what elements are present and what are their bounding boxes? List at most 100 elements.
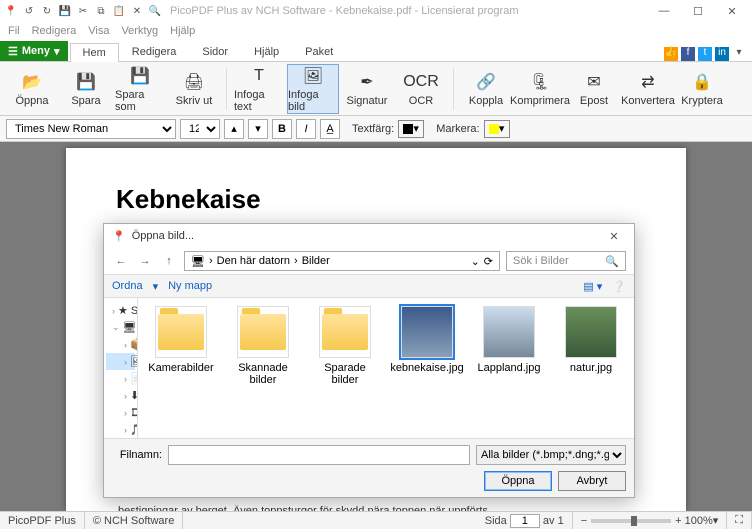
tree-item[interactable]: ›🖼Bilder bbox=[106, 353, 135, 370]
expand-icon[interactable]: › bbox=[124, 357, 127, 367]
facebook-icon[interactable]: f bbox=[681, 47, 695, 61]
menu-fil[interactable]: Fil bbox=[8, 25, 20, 37]
font-size-up[interactable]: ▴ bbox=[224, 119, 244, 139]
nav-back-icon[interactable]: ← bbox=[112, 252, 130, 270]
menu-verktyg[interactable]: Verktyg bbox=[121, 25, 158, 37]
menu-redigera[interactable]: Redigera bbox=[32, 25, 77, 37]
dropdown-icon[interactable]: ▾ bbox=[732, 47, 746, 61]
new-folder-button[interactable]: Ny mapp bbox=[168, 280, 212, 292]
open-button[interactable]: Öppna bbox=[484, 471, 552, 491]
tab-redigera[interactable]: Redigera bbox=[119, 42, 190, 61]
tree-item[interactable]: ›📄Dokument bbox=[106, 370, 135, 387]
ribbon-spara-som[interactable]: 💾Spara som bbox=[114, 64, 166, 114]
expand-icon[interactable]: › bbox=[112, 306, 115, 316]
ribbon-infoga-bild[interactable]: 🖼Infoga bild bbox=[287, 64, 339, 114]
expand-icon[interactable]: › bbox=[124, 340, 127, 350]
breadcrumb[interactable]: 🖥 › Den här datorn › Bilder ⌄ ⟳ bbox=[184, 251, 500, 271]
qat-search-icon[interactable]: 🔍 bbox=[148, 4, 162, 18]
ribbon-koppla[interactable]: 🔗Koppla bbox=[460, 64, 512, 114]
tabbar: ☰ Meny ▾ Hem Redigera Sidor Hjälp Paket … bbox=[0, 40, 752, 62]
folder-tree[interactable]: ›★Snabbåtkomst⌄🖥Den här datorn›📦3D-objek… bbox=[104, 298, 138, 438]
zoom-slider[interactable] bbox=[591, 519, 671, 523]
tab-hem[interactable]: Hem bbox=[70, 43, 119, 62]
qat-delete-icon[interactable]: ✕ bbox=[130, 4, 144, 18]
dialog-close-button[interactable]: ✕ bbox=[602, 230, 626, 243]
help-icon[interactable]: ❔ bbox=[612, 280, 626, 293]
nav-up-icon[interactable]: ↑ bbox=[160, 252, 178, 270]
font-size-down[interactable]: ▾ bbox=[248, 119, 268, 139]
tree-item[interactable]: ›🎵Musik bbox=[106, 421, 135, 438]
breadcrumb-seg-0[interactable]: Den här datorn bbox=[217, 255, 290, 267]
qat-cut-icon[interactable]: ✂ bbox=[76, 4, 90, 18]
expand-icon[interactable]: › bbox=[124, 425, 127, 435]
folder-item[interactable]: Kamerabilder bbox=[146, 306, 216, 374]
ribbon-konvertera[interactable]: ⇄Konvertera bbox=[622, 64, 674, 114]
tree-item[interactable]: ›🎞Filmer bbox=[106, 404, 135, 421]
social-icons: 👍 f t in ▾ bbox=[664, 47, 752, 61]
menu-visa[interactable]: Visa bbox=[88, 25, 109, 37]
tab-sidor[interactable]: Sidor bbox=[189, 42, 241, 61]
organize-button[interactable]: Ordna bbox=[112, 280, 143, 292]
ribbon-infoga-text[interactable]: TInfoga text bbox=[233, 64, 285, 114]
ribbon-signatur[interactable]: ✒Signatur bbox=[341, 64, 393, 114]
image-item[interactable]: Lappland.jpg bbox=[474, 306, 544, 374]
font-size-select[interactable]: 12 bbox=[180, 119, 220, 139]
menu-hjalp[interactable]: Hjälp bbox=[170, 25, 195, 37]
minimize-button[interactable]: — bbox=[654, 5, 674, 18]
search-input[interactable]: Sök i Bilder 🔍 bbox=[506, 251, 626, 271]
path-refresh-icon[interactable]: ⟳ bbox=[484, 255, 493, 268]
page-input[interactable] bbox=[510, 514, 540, 528]
qat-undo-icon[interactable]: ↺ bbox=[22, 4, 36, 18]
image-item[interactable]: natur.jpg bbox=[556, 306, 626, 374]
highlight-picker[interactable]: ▾ bbox=[484, 120, 510, 138]
qat-paste-icon[interactable]: 📋 bbox=[112, 4, 126, 18]
qat-save-icon[interactable]: 💾 bbox=[58, 4, 72, 18]
ribbon-icon: OCR bbox=[410, 71, 432, 93]
ribbon-kryptera[interactable]: 🔒Kryptera bbox=[676, 64, 728, 114]
maximize-button[interactable]: ☐ bbox=[688, 5, 708, 18]
ribbon-spara[interactable]: 💾Spara bbox=[60, 64, 112, 114]
tab-hjalp[interactable]: Hjälp bbox=[241, 42, 292, 61]
ribbon-komprimera[interactable]: 🗜Komprimera bbox=[514, 64, 566, 114]
bold-button[interactable]: B bbox=[272, 119, 292, 139]
tree-item[interactable]: ›📦3D-objekt bbox=[106, 336, 135, 353]
ribbon-ocr[interactable]: OCROCR bbox=[395, 64, 447, 114]
ribbon-skriv-ut[interactable]: 🖨Skriv ut bbox=[168, 64, 220, 114]
expand-icon[interactable]: › bbox=[124, 374, 127, 384]
tab-paket[interactable]: Paket bbox=[292, 42, 346, 61]
meny-button[interactable]: ☰ Meny ▾ bbox=[0, 41, 68, 61]
expand-icon[interactable]: › bbox=[124, 408, 127, 418]
tree-item[interactable]: ›★Snabbåtkomst bbox=[106, 302, 135, 319]
twitter-icon[interactable]: t bbox=[698, 47, 712, 61]
font-name-select[interactable]: Times New Roman bbox=[6, 119, 176, 139]
linkedin-icon[interactable]: in bbox=[715, 47, 729, 61]
cancel-button[interactable]: Avbryt bbox=[558, 471, 626, 491]
zoom-out-icon[interactable]: − bbox=[581, 515, 587, 527]
path-dropdown-icon[interactable]: ⌄ bbox=[471, 255, 480, 268]
close-button[interactable]: ✕ bbox=[722, 5, 742, 18]
textcolor-picker[interactable]: ▾ bbox=[398, 120, 424, 138]
tree-item[interactable]: ⌄🖥Den här datorn bbox=[106, 319, 135, 336]
qat-redo-icon[interactable]: ↻ bbox=[40, 4, 54, 18]
breadcrumb-seg-1[interactable]: Bilder bbox=[302, 255, 330, 267]
italic-button[interactable]: I bbox=[296, 119, 316, 139]
zoom-in-icon[interactable]: + bbox=[675, 515, 681, 527]
folder-item[interactable]: Sparade bilder bbox=[310, 306, 380, 386]
like-icon[interactable]: 👍 bbox=[664, 47, 678, 61]
underline-button[interactable]: A̲ bbox=[320, 119, 340, 139]
folder-item[interactable]: Skannade bilder bbox=[228, 306, 298, 386]
nav-forward-icon[interactable]: → bbox=[136, 252, 154, 270]
view-button[interactable]: ▤ ▾ bbox=[583, 280, 602, 293]
ribbon-epost[interactable]: ✉Epost bbox=[568, 64, 620, 114]
image-item[interactable]: kebnekaise.jpg bbox=[392, 306, 462, 374]
file-list[interactable]: KamerabilderSkannade bilderSparade bilde… bbox=[138, 298, 634, 438]
qat-copy-icon[interactable]: ⧉ bbox=[94, 4, 108, 18]
expand-icon[interactable]: ⌄ bbox=[112, 322, 120, 333]
filename-input[interactable] bbox=[168, 445, 470, 465]
ribbon-öppna[interactable]: 📂Öppna bbox=[6, 64, 58, 114]
filetype-select[interactable]: Alla bilder (*.bmp;*.dng;*.gif;*.j bbox=[476, 445, 626, 465]
expand-icon[interactable]: › bbox=[124, 391, 127, 401]
window-title: PicoPDF Plus av NCH Software - Kebnekais… bbox=[170, 5, 654, 17]
status-fit-icon[interactable]: ⛶ bbox=[727, 512, 752, 529]
tree-item[interactable]: ›⬇Downloads bbox=[106, 387, 135, 404]
